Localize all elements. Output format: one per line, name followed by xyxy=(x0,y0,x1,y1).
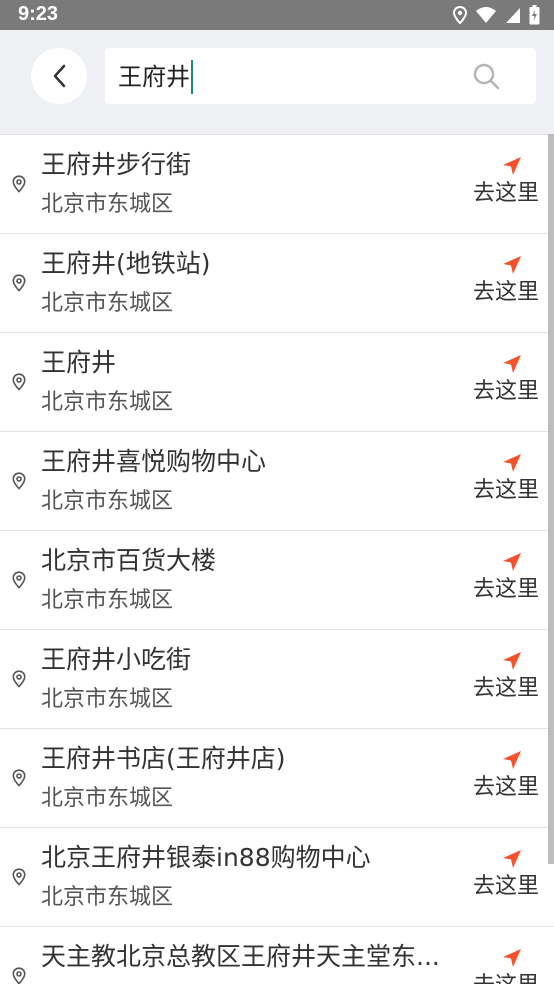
result-row[interactable]: 王府井喜悦购物中心 北京市东城区 去这里 xyxy=(0,432,554,531)
go-here-label: 去这里 xyxy=(472,280,539,305)
result-address: 北京市东城区 xyxy=(41,588,174,613)
results-list: 王府井步行街 北京市东城区 去这里 王府井(地铁站) 北京市东城区 去这里 王府… xyxy=(0,134,554,984)
location-pin-icon xyxy=(12,175,26,193)
go-here-button[interactable]: 去这里 xyxy=(470,452,542,506)
go-here-label: 去这里 xyxy=(472,181,539,206)
location-pin-icon xyxy=(12,769,26,787)
result-title: 王府井 xyxy=(41,348,117,377)
result-address: 北京市东城区 xyxy=(41,687,174,712)
location-pin-icon xyxy=(12,373,26,391)
result-address: 北京市东城区 xyxy=(41,489,174,514)
navigation-arrow-icon xyxy=(503,256,521,274)
wifi-icon xyxy=(476,7,496,23)
navigation-arrow-icon xyxy=(503,850,521,868)
result-title: 王府井(地铁站) xyxy=(41,249,211,278)
go-here-label: 去这里 xyxy=(472,676,539,701)
result-address: 北京市东城区 xyxy=(41,786,174,811)
result-title: 王府井喜悦购物中心 xyxy=(41,447,267,476)
result-title: 天主教北京总教区王府井天主堂东... xyxy=(41,942,440,971)
navigation-arrow-icon xyxy=(503,157,521,175)
battery-icon xyxy=(529,5,540,25)
result-title: 王府井步行街 xyxy=(41,150,192,179)
go-here-label: 去这里 xyxy=(473,973,539,984)
navigation-arrow-icon xyxy=(503,751,521,769)
result-row[interactable]: 王府井小吃街 北京市东城区 去这里 xyxy=(0,630,554,729)
location-pin-icon xyxy=(12,472,26,490)
result-row[interactable]: 王府井步行街 北京市东城区 去这里 xyxy=(0,135,554,234)
result-title: 王府井小吃街 xyxy=(41,645,192,674)
go-here-label: 去这里 xyxy=(472,478,539,503)
go-here-label: 去这里 xyxy=(472,577,539,602)
navigation-arrow-icon xyxy=(503,355,521,373)
result-title: 王府井书店(王府井店) xyxy=(41,744,286,773)
location-pin-icon xyxy=(12,868,26,886)
go-here-button[interactable]: 去这里 xyxy=(470,848,542,902)
navigation-arrow-icon xyxy=(503,949,521,967)
result-address: 北京市东城区 xyxy=(41,192,174,217)
navigation-arrow-icon xyxy=(503,454,521,472)
search-header: 王府井 xyxy=(0,30,554,134)
location-pin-icon xyxy=(12,670,26,688)
status-time: 9:23 xyxy=(18,3,59,25)
location-pin-icon xyxy=(12,967,26,984)
result-address: 北京市东城区 xyxy=(41,885,174,910)
result-row[interactable]: 王府井 北京市东城区 去这里 xyxy=(0,333,554,432)
go-here-button[interactable]: 去这里 xyxy=(470,551,542,605)
status-bar: 9:23 xyxy=(0,0,554,30)
signal-icon xyxy=(506,8,520,23)
result-row[interactable]: 北京王府井银泰in88购物中心 北京市东城区 去这里 xyxy=(0,828,554,927)
go-here-button[interactable]: 去这里 xyxy=(470,254,542,308)
result-title: 北京王府井银泰in88购物中心 xyxy=(41,843,371,872)
go-here-button[interactable]: 去这里 xyxy=(470,650,542,704)
go-here-button[interactable]: 去这里 xyxy=(470,749,542,803)
go-here-button[interactable]: 去这里 xyxy=(470,353,542,407)
result-row[interactable]: 天主教北京总教区王府井天主堂东... 去这里 xyxy=(0,927,554,984)
search-icon[interactable] xyxy=(472,62,500,90)
location-pin-icon xyxy=(12,274,26,292)
location-pin-icon xyxy=(12,571,26,589)
search-input[interactable]: 王府井 xyxy=(105,48,536,104)
search-query: 王府井 xyxy=(118,63,190,91)
result-address: 北京市东城区 xyxy=(41,291,174,316)
go-here-label: 去这里 xyxy=(472,379,539,404)
navigation-arrow-icon xyxy=(503,553,521,571)
go-here-label: 去这里 xyxy=(472,874,539,899)
chevron-left-icon xyxy=(53,64,66,88)
result-row[interactable]: 王府井(地铁站) 北京市东城区 去这里 xyxy=(0,234,554,333)
search-query-wrapper: 王府井 xyxy=(118,60,193,94)
result-row[interactable]: 北京市百货大楼 北京市东城区 去这里 xyxy=(0,531,554,630)
result-address: 北京市东城区 xyxy=(41,390,174,415)
result-row[interactable]: 王府井书店(王府井店) 北京市东城区 去这里 xyxy=(0,729,554,828)
navigation-arrow-icon xyxy=(503,652,521,670)
status-icons xyxy=(453,5,540,25)
result-title: 北京市百货大楼 xyxy=(41,546,217,575)
go-here-button[interactable]: 去这里 xyxy=(470,947,542,984)
location-icon xyxy=(453,6,467,24)
scrollbar[interactable] xyxy=(548,134,554,864)
go-here-label: 去这里 xyxy=(472,775,539,800)
back-button[interactable] xyxy=(31,48,87,104)
go-here-button[interactable]: 去这里 xyxy=(470,155,542,209)
text-caret xyxy=(191,60,193,94)
